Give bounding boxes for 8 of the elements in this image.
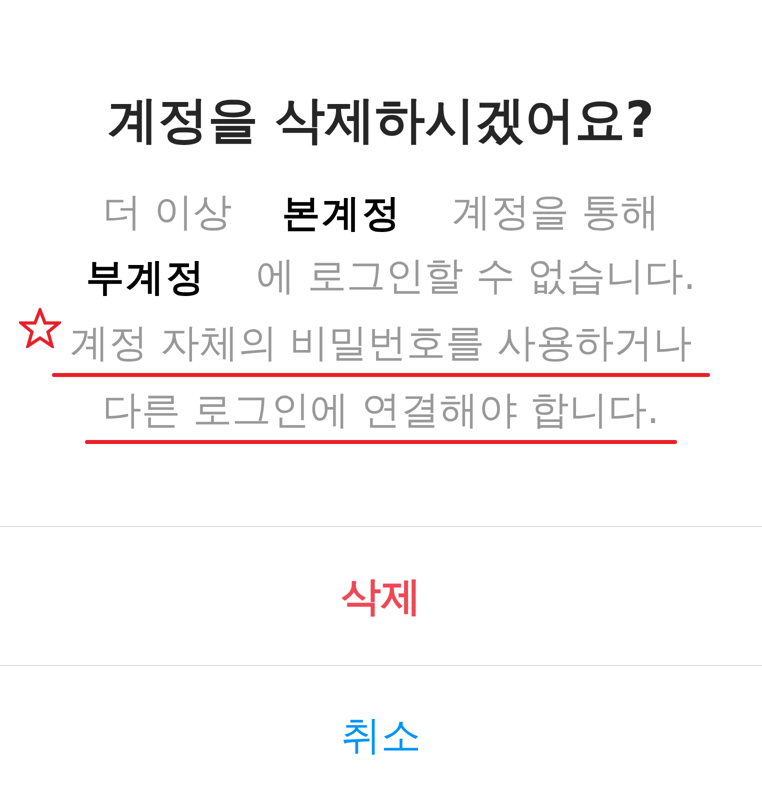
handwritten-note: 본계정 xyxy=(281,190,403,237)
message-text: 계정을 통해 xyxy=(452,189,660,237)
message-text: 에 로그인할 수 없습니다. xyxy=(256,253,696,301)
message-text: 다른 로그인에 연결해야 합니다. xyxy=(102,387,660,435)
dialog-title: 계정을 삭제하시겠어요? xyxy=(108,90,654,150)
handwritten-note: 부계정 xyxy=(85,254,208,301)
message-text: 더 이상 xyxy=(102,189,232,237)
message-text: 계정 자체의 비밀번호를 사용하거나 xyxy=(70,320,692,368)
